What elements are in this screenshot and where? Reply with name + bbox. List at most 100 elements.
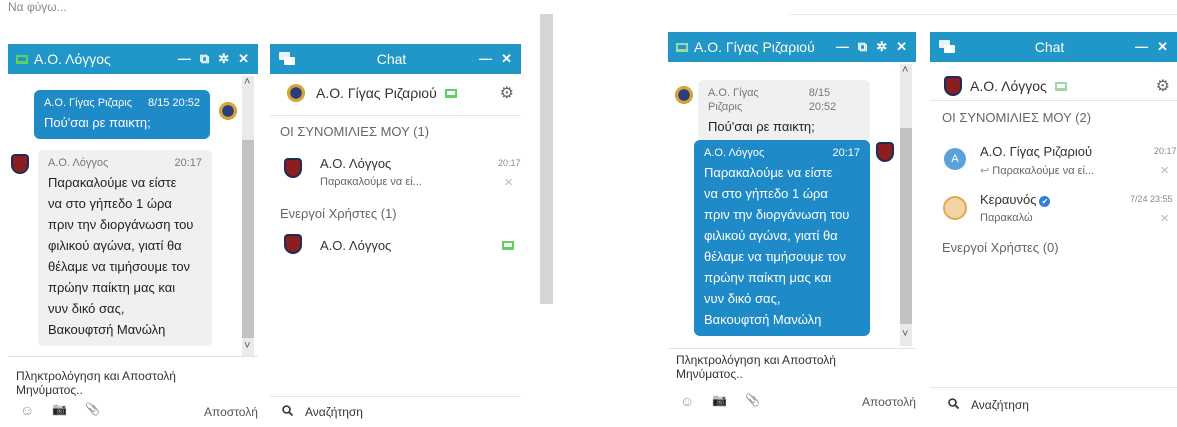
conversation-title: Α.Ο. Λόγγος [34,51,111,67]
popout-icon[interactable]: ⧉ [858,39,867,55]
page-scrollbar[interactable] [540,14,553,304]
message-input-placeholder: Πληκτρολόγηση και Αποστολή [676,353,836,367]
chat-title: Chat [376,51,407,67]
messages-area: Α.Ο. Γίγας Ριζαρις 8/15 20:52 Πού'σαι ρε… [8,74,242,356]
conversation-name: Α.Ο. Γίγας Ριζαριού [980,144,1093,159]
message-sender: Α.Ο. Λόγγος [48,157,109,169]
right-chat-panel: Chat — ✕ Α.Ο. Λόγγος ⚙ ΟΙ ΣΥΝΟΜΙΛΙΕΣ ΜΟΥ… [930,32,1177,423]
top-cut-text: Να φύγω... [8,0,67,14]
search-bar[interactable]: Αναζήτηση [930,387,1177,423]
verified-icon: ✔ [1039,196,1051,207]
message-input-placeholder: Μηνύματος.. [676,367,743,381]
camera-icon[interactable]: 📷 [52,402,67,418]
message-line: πριν την διοργάνωση του [704,207,850,222]
close-icon[interactable]: ✕ [1160,212,1169,225]
message-line: φιλικού αγώνα, γιατί θα [48,238,182,253]
conversation-time: 20:17 [1154,146,1177,156]
search-label: Αναζήτηση [971,398,1029,412]
minimize-icon[interactable]: — [1135,39,1148,55]
composer-toolbar: ☺ 📷 📎 [20,402,100,418]
smile-icon[interactable]: ☺ [680,393,694,409]
camera-icon[interactable]: 📷 [712,393,727,409]
right-conversation-window: Α.Ο. Γίγας Ριζαριού — ⧉ ✲ ✕ Α.Ο. Γίγας Ρ… [668,32,916,423]
message-line: θέλαμε να τιμήσουμε τον [48,259,191,274]
online-computer-icon [676,42,688,52]
divider [930,100,1177,101]
settings-icon[interactable]: ✲ [876,39,887,55]
message-sender: Α.Ο. Γίγας Ριζαρις [44,97,133,109]
paperclip-icon[interactable]: 📎 [85,402,100,418]
settings-icon[interactable]: ✲ [218,51,229,67]
active-user-item[interactable]: Α.Ο. Λόγγος [280,232,520,262]
send-button[interactable]: Αποστολή [204,405,258,419]
section-active-users: Ενεργοί Χρήστες (1) [280,206,397,221]
composer[interactable]: Πληκτρολόγηση και Αποστολή Μηνύματος.. ☺… [8,356,258,423]
reply-icon: ↩ [980,165,990,177]
chat-header[interactable]: Chat — ✕ [270,44,521,74]
minimize-icon[interactable]: — [836,39,849,55]
gear-icon[interactable]: ⚙ [1156,76,1170,96]
composer[interactable]: Πληκτρολόγηση και Αποστολή Μηνύματος.. ☺… [668,348,916,423]
message-line: πριν την διοργάνωση του [48,217,194,232]
message-time: 20:17 [174,157,202,169]
conversation-header[interactable]: Α.Ο. Λόγγος — ⧉ ✲ ✕ [8,44,258,74]
online-computer-icon [16,54,28,64]
chat-bubbles-icon [930,40,964,54]
send-button[interactable]: Αποστολή [862,395,916,409]
message-input[interactable]: Πληκτρολόγηση και Αποστολή Μηνύματος.. [16,369,176,397]
smile-icon[interactable]: ☺ [20,402,34,418]
current-user-row: Α.Ο. Γίγας Ριζαριού ⚙ [284,82,514,104]
message-line: Βακουφτσή Μανώλη [704,312,822,327]
message-time: 8/15 20:52 [148,97,200,109]
popout-icon[interactable]: ⧉ [200,51,209,67]
team-shield-avatar [944,76,962,96]
team-shield-avatar [11,154,29,174]
chevron-down-icon[interactable]: ˅ [902,328,908,340]
message-input-placeholder: Μηνύματος.. [16,383,83,397]
close-icon[interactable]: ✕ [504,176,513,189]
conversation-list-item[interactable]: A Α.Ο. Γίγας Ριζαριού ↩ Παρακαλούμε να ε… [942,142,1177,182]
conversation-preview: Παρακαλώ [980,212,1033,224]
message-text: Πού'σαι ρε παικτη; [44,115,151,130]
minimize-icon[interactable]: — [479,51,492,67]
close-icon[interactable]: ✕ [896,39,907,55]
scrollbar-thumb[interactable] [242,140,254,338]
messages-scrollbar[interactable]: ˄ ˅ [900,64,912,346]
search-bar[interactable]: Αναζήτηση [270,396,521,423]
message-line: πρώην παίκτη μας και [48,280,176,295]
avatar: A [944,148,966,170]
message-time: 20:17 [832,147,860,159]
chevron-up-icon[interactable]: ˄ [244,76,250,88]
minimize-icon[interactable]: — [178,51,191,67]
messages-scrollbar[interactable]: ˄ ˅ [242,76,254,356]
message-line: να στο γήπεδο 1 ώρα [48,196,172,211]
left-chat-panel: Chat — ✕ Α.Ο. Γίγας Ριζαριού ⚙ ΟΙ ΣΥΝΟΜΙ… [270,44,521,423]
message-bubble-outgoing: Α.Ο. Γίγας Ριζαρις 8/15 20:52 Πού'σαι ρε… [34,90,210,139]
close-icon[interactable]: ✕ [501,51,512,67]
close-icon[interactable]: ✕ [1160,164,1169,177]
section-active-users: Ενεργοί Χρήστες (0) [942,240,1059,255]
conversation-preview: ↩ Παρακαλούμε να εί... [980,164,1094,177]
online-computer-icon [502,241,514,250]
conversation-name: Κεραυνός ✔ [980,192,1051,207]
close-icon[interactable]: ✕ [238,51,249,67]
paperclip-icon[interactable]: 📎 [745,393,760,409]
chat-bubbles-icon [270,52,304,66]
message-bubble-outgoing: Α.Ο. Λόγγος 20:17 Παρακαλούμε να είστε ν… [694,140,870,336]
close-icon[interactable]: ✕ [1157,39,1168,55]
chevron-up-icon[interactable]: ˄ [902,64,908,76]
current-user-name: Α.Ο. Γίγας Ριζαριού [316,85,437,101]
conversation-list-item[interactable]: Α.Ο. Λόγγος Παρακαλούμε να εί... 20:17 ✕ [280,154,521,194]
team-shield-avatar [284,158,302,178]
search-icon [282,405,294,419]
conversation-list-item[interactable]: Κεραυνός ✔ Παρακαλώ 7/24 23:55 ✕ [942,190,1177,230]
gear-icon[interactable]: ⚙ [500,83,514,103]
chat-header[interactable]: Chat — ✕ [930,32,1177,62]
conversation-header[interactable]: Α.Ο. Γίγας Ριζαριού — ⧉ ✲ ✕ [668,32,916,62]
message-line: Παρακαλούμε να είστε [704,165,833,180]
message-input[interactable]: Πληκτρολόγηση και Αποστολή Μηνύματος.. [676,353,836,381]
message-time: 8/15 20:52 [808,87,837,113]
scrollbar-thumb[interactable] [900,128,912,324]
online-computer-icon [1054,81,1067,91]
chevron-down-icon[interactable]: ˅ [244,340,250,352]
